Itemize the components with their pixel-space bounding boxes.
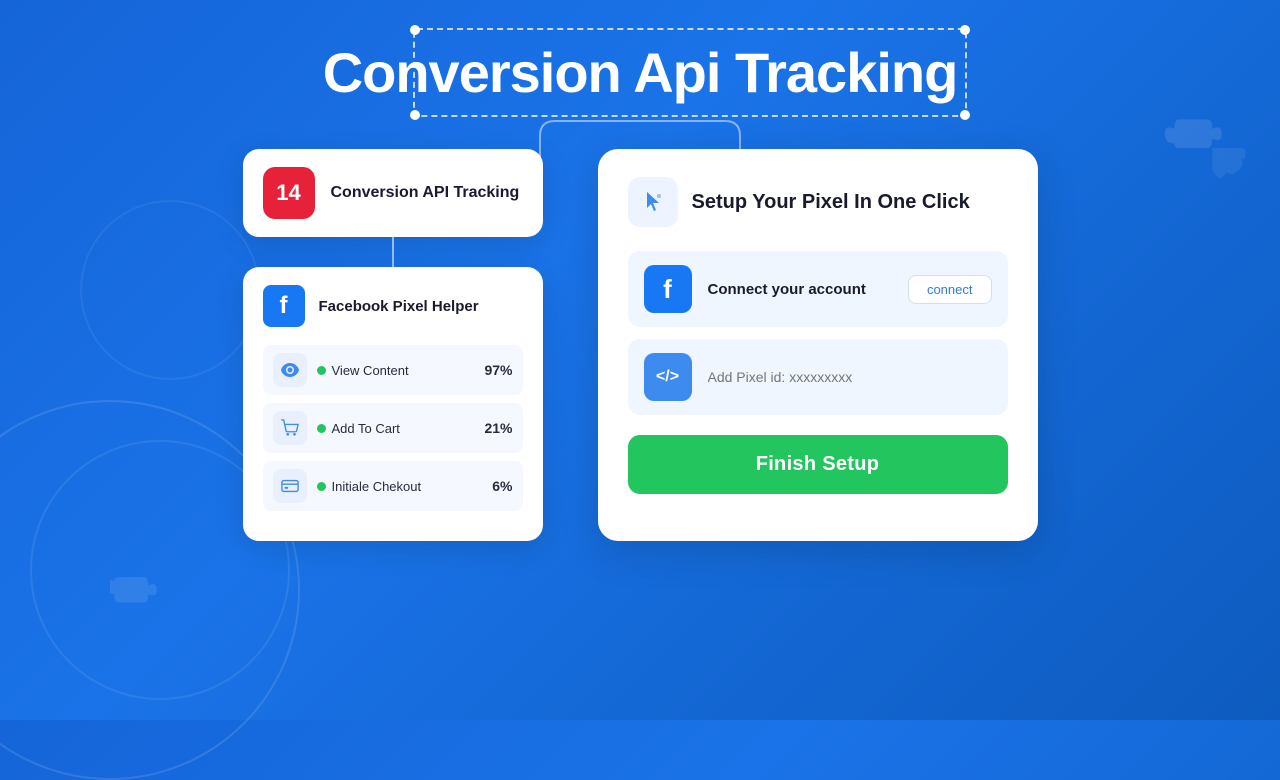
add-to-cart-label: Add To Cart [317,421,475,436]
left-column: 14 Conversion API Tracking f Facebook Pi… [243,149,543,541]
connect-label: Connect your account [708,281,892,298]
connector-line-top [392,237,394,267]
cart-icon [281,419,299,437]
metric-row-checkout: Initiale Chekout 6% [263,461,523,511]
pixel-section: </> [628,339,1008,415]
right-panel: Setup Your Pixel In One Click f Connect … [598,149,1038,541]
code-icon-wrap: </> [644,353,692,401]
green-dot-view [317,366,326,375]
code-icon: </> [656,368,679,386]
view-content-icon-wrap [273,353,307,387]
green-dot-checkout [317,482,326,491]
card-icon [281,479,299,493]
app-name: Conversion API Tracking [331,184,520,202]
connect-button[interactable]: connect [908,275,992,304]
eye-icon [281,363,299,377]
fb-pixel-helper-card: f Facebook Pixel Helper View Content 97% [243,267,543,541]
green-dot-cart [317,424,326,433]
add-to-cart-pct: 21% [484,420,512,436]
panel-title: Setup Your Pixel In One Click [692,191,970,214]
checkout-icon-wrap [273,469,307,503]
finish-setup-button[interactable]: Finish Setup [628,435,1008,494]
facebook-icon: f [263,285,305,327]
page-title: Conversion Api Tracking [323,40,958,105]
view-content-pct: 97% [484,362,512,378]
metric-row-view-content: View Content 97% [263,345,523,395]
pixel-id-input[interactable] [708,369,992,385]
cursor-icon [639,188,667,216]
panel-header: Setup Your Pixel In One Click [628,177,1008,227]
connect-section: f Connect your account connect [628,251,1008,327]
title-section: Conversion Api Tracking [0,0,1280,105]
fb-card-title: Facebook Pixel Helper [319,298,479,315]
fb-card-header: f Facebook Pixel Helper [263,285,523,327]
add-to-cart-icon-wrap [273,411,307,445]
checkout-pct: 6% [492,478,512,494]
view-content-label: View Content [317,363,475,378]
fb-connect-icon: f [644,265,692,313]
cursor-icon-wrap [628,177,678,227]
metric-row-add-to-cart: Add To Cart 21% [263,403,523,453]
app-card: 14 Conversion API Tracking [243,149,543,237]
checkout-label: Initiale Chekout [317,479,483,494]
app-badge: 14 [263,167,315,219]
